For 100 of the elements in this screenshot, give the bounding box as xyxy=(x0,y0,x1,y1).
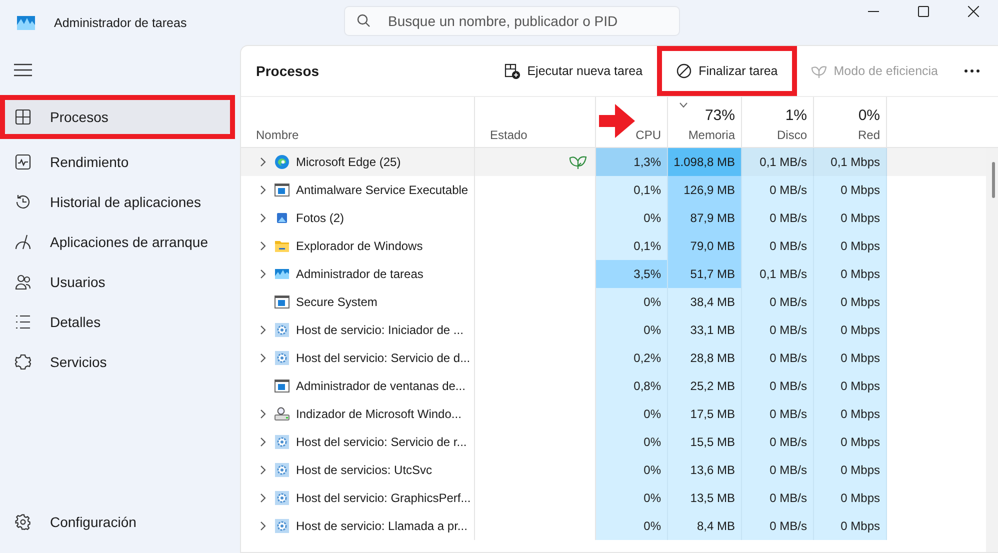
table-cell: 38,4 MB xyxy=(668,288,742,316)
table-cell: 0,8% xyxy=(596,372,668,400)
table-cell: 0 MB/s xyxy=(742,400,814,428)
scrollbar[interactable] xyxy=(986,148,998,552)
gear-icon xyxy=(274,350,290,366)
table-cell: 0% xyxy=(596,400,668,428)
sidebar-item[interactable]: Usuarios xyxy=(5,265,230,299)
chevron-icon[interactable] xyxy=(258,241,268,251)
process-name: Fotos (2) xyxy=(296,211,344,225)
table-cell: 0 Mbps xyxy=(814,428,887,456)
table-cell: 0 MB/s xyxy=(742,204,814,232)
table-cell: 0 Mbps xyxy=(814,400,887,428)
search-bar[interactable]: Busque un nombre, publicador o PID xyxy=(344,6,680,36)
toolbar-button[interactable]: Ejecutar nueva tarea xyxy=(494,54,653,88)
sidebar-item[interactable]: Aplicaciones de arranque xyxy=(5,225,230,259)
grid-icon xyxy=(15,109,31,125)
column-header[interactable]: 73% Memoria xyxy=(668,97,742,147)
toolbar-button[interactable]: Finalizar tarea xyxy=(666,54,788,88)
table-cell: 33,1 MB xyxy=(668,316,742,344)
process-name: Antimalware Service Executable xyxy=(296,183,468,197)
table-cell: 28,8 MB xyxy=(668,344,742,372)
table-cell: 0% xyxy=(596,512,668,540)
chevron-icon[interactable] xyxy=(258,185,268,195)
window-title: Administrador de tareas xyxy=(54,16,188,30)
process-name: Administrador de ventanas de... xyxy=(296,379,466,393)
process-name: Host del servicio: Servicio de r... xyxy=(296,435,467,449)
table-cell: 0 MB/s xyxy=(742,232,814,260)
menu-icon[interactable] xyxy=(14,63,32,77)
chevron-icon[interactable] xyxy=(258,409,268,419)
column-total: 1% xyxy=(785,107,807,124)
sidebar-item[interactable]: Historial de aplicaciones xyxy=(5,185,230,219)
chevron-icon[interactable] xyxy=(258,353,268,363)
sidebar-item[interactable]: Detalles xyxy=(5,305,230,339)
app-icon xyxy=(17,16,35,30)
table-cell: 8,4 MB xyxy=(668,512,742,540)
drive-search-icon xyxy=(274,406,290,422)
process-name: Indizador de Microsoft Windo... xyxy=(296,407,462,421)
gear-icon xyxy=(274,322,290,338)
chart-icon xyxy=(274,266,290,282)
table-cell: 0% xyxy=(596,316,668,344)
table-cell: 126,9 MB xyxy=(668,176,742,204)
process-name: Host de servicios: UtcSvc xyxy=(296,463,432,477)
sidebar-item[interactable]: Rendimiento xyxy=(5,145,230,179)
column-header[interactable]: 0% Red xyxy=(814,97,887,147)
column-header[interactable]: Nombre xyxy=(241,97,475,147)
process-name: Host del servicio: Servicio de d... xyxy=(296,351,470,365)
gauge-icon xyxy=(15,234,31,250)
chevron-icon[interactable] xyxy=(258,157,268,167)
column-total: 0% xyxy=(858,107,880,124)
pointer-arrow xyxy=(599,104,635,138)
new-task-icon xyxy=(504,63,520,79)
chevron-icon[interactable] xyxy=(258,325,268,335)
history-icon xyxy=(15,194,31,210)
gear-icon xyxy=(274,462,290,478)
search-icon xyxy=(357,14,370,27)
chevron-icon[interactable] xyxy=(258,465,268,475)
sidebar-item[interactable]: Procesos xyxy=(5,100,230,134)
scrollbar-thumb[interactable] xyxy=(992,162,995,198)
gear-icon xyxy=(274,434,290,450)
window-icon xyxy=(274,378,290,394)
chevron-icon[interactable] xyxy=(258,269,268,279)
column-header[interactable]: 1% Disco xyxy=(742,97,814,147)
table-cell: 0 Mbps xyxy=(814,176,887,204)
column-label: Red xyxy=(858,128,880,142)
chevron-icon[interactable] xyxy=(258,213,268,223)
table-row[interactable]: Microsoft Edge (25) 1,3% 1.098,8 MB 0,1 MB/s 0,1 Mbps xyxy=(241,148,986,176)
sidebar-item[interactable]: Servicios xyxy=(5,345,230,379)
chevron-icon[interactable] xyxy=(258,437,268,447)
process-name: Host de servicio: Llamada a pr... xyxy=(296,519,468,533)
chevron-icon[interactable] xyxy=(258,493,268,503)
chevron-icon[interactable] xyxy=(258,521,268,531)
table-cell: 1.098,8 MB xyxy=(668,148,742,176)
table-cell: 0 MB/s xyxy=(742,316,814,344)
maximize-icon xyxy=(918,6,928,16)
table-cell: 0 MB/s xyxy=(742,344,814,372)
table-cell: 0 Mbps xyxy=(814,484,887,512)
search-field[interactable]: Busque un nombre, publicador o PID xyxy=(388,12,667,28)
table-cell: 1,3% xyxy=(596,148,668,176)
settings-icon xyxy=(15,514,31,530)
process-name: Host de servicio: Iniciador de ... xyxy=(296,323,464,337)
table-cell: 0 Mbps xyxy=(814,372,887,400)
column-label: Disco xyxy=(776,128,807,142)
table-cell: 0 Mbps xyxy=(814,344,887,372)
window-icon xyxy=(274,182,290,198)
column-label: Estado xyxy=(490,128,528,142)
table-cell: 17,5 MB xyxy=(668,400,742,428)
table-cell: 79,0 MB xyxy=(668,232,742,260)
table-cell: 0 MB/s xyxy=(742,484,814,512)
table-cell: 0 MB/s xyxy=(742,372,814,400)
list-icon xyxy=(15,314,31,330)
column-header[interactable]: Estado xyxy=(475,97,596,147)
table-cell: 0% xyxy=(596,428,668,456)
table-cell: 0 Mbps xyxy=(814,204,887,232)
table-cell: 0% xyxy=(596,288,668,316)
table-cell: 51,7 MB xyxy=(668,260,742,288)
table-cell: 13,5 MB xyxy=(668,484,742,512)
more-icon xyxy=(964,69,980,73)
table-cell: 0 Mbps xyxy=(814,232,887,260)
settings-item[interactable]: Configuración xyxy=(5,505,230,539)
table-cell: 0,2% xyxy=(596,344,668,372)
